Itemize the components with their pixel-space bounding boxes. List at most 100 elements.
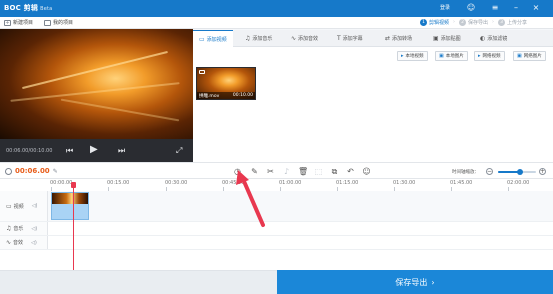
sound-effect-track: ∿ 音效 ◁) bbox=[0, 236, 553, 250]
volume-icon[interactable]: ◁) bbox=[31, 240, 37, 246]
music-note-icon: ♫ bbox=[6, 225, 12, 232]
track-header: ▭ 视频 ◁) bbox=[0, 191, 48, 221]
video-track: ▭ 视频 ◁) bbox=[0, 191, 553, 222]
local-image-button[interactable]: ▣ 本地图片 bbox=[435, 51, 468, 61]
speed-icon[interactable]: ◷ bbox=[233, 167, 242, 176]
clip-duration: 00:10.00 bbox=[232, 93, 253, 98]
web-video-icon: ▸ bbox=[478, 53, 481, 59]
timeline-ruler: 00:00.00 00:15.00 00:30.00 00:45.00 01:0… bbox=[0, 179, 553, 191]
track-header: ♫ 音乐 ◁) bbox=[0, 222, 48, 235]
bell-icon[interactable]: ♪ bbox=[282, 167, 291, 176]
step-label: 保存导出 bbox=[468, 19, 489, 26]
scissors-icon[interactable]: ✂ bbox=[266, 167, 275, 176]
track-header: ∿ 音效 ◁) bbox=[0, 236, 48, 249]
zoom-handle[interactable] bbox=[517, 169, 523, 175]
transition-icon: ⇄ bbox=[385, 35, 391, 42]
web-image-icon: ▣ bbox=[517, 53, 522, 59]
button-label: 网络视频 bbox=[482, 54, 501, 59]
button-label: 本地视频 bbox=[405, 54, 424, 59]
tab-add-music[interactable]: ♫ 添加音乐 bbox=[239, 30, 278, 47]
play-icon[interactable]: ▶ bbox=[90, 145, 98, 155]
music-track: ♫ 音乐 ◁) bbox=[0, 222, 553, 236]
pencil-icon[interactable]: ✎ bbox=[250, 167, 259, 176]
web-image-button[interactable]: ▣ 网络图片 bbox=[513, 51, 546, 61]
app-window: BOC 剪辑 Beta 登录 ☺ ≡ – × + 新建项目 我的项目 1 剪辑视频… bbox=[0, 0, 553, 294]
app-title: BOC 剪辑 bbox=[4, 4, 39, 12]
sound-icon: ∿ bbox=[6, 239, 12, 246]
tab-add-subtitle[interactable]: T 添加字幕 bbox=[331, 30, 369, 47]
step-number: 3 bbox=[498, 18, 506, 26]
my-projects-button[interactable]: 我的项目 bbox=[44, 19, 73, 26]
tab-add-sticker[interactable]: ▣ 添加贴图 bbox=[427, 30, 467, 47]
track-lane[interactable] bbox=[48, 236, 553, 249]
tab-label: 添加视频 bbox=[206, 36, 227, 43]
light-streak bbox=[60, 98, 180, 122]
web-video-button[interactable]: ▸ 网络视频 bbox=[474, 51, 505, 61]
edit-time-icon[interactable]: ✎ bbox=[53, 168, 58, 175]
preview-player: 00:06.00/00:10.00 ⏮ ▶ ⏭ ⤢ bbox=[0, 29, 193, 162]
ruler-label: 00:15.00 bbox=[107, 180, 130, 186]
timeline-tracks: ▭ 视频 ◁) ♫ 音乐 ◁) ∿ 音效 ◁) bbox=[0, 191, 553, 270]
ruler-label: 01:45.00 bbox=[450, 180, 473, 186]
local-image-icon: ▣ bbox=[439, 53, 444, 59]
copy-icon[interactable]: ⧉ bbox=[330, 167, 339, 176]
ruler-label: 02:00.00 bbox=[507, 180, 530, 186]
crop-icon[interactable]: ⬚ bbox=[314, 167, 323, 176]
step-number: 2 bbox=[459, 18, 467, 26]
button-label: 网络图片 bbox=[523, 54, 542, 59]
trash-icon[interactable]: 🗑 bbox=[298, 167, 308, 176]
media-library: ▸ 本地视频 ▣ 本地图片 ▸ 网络视频 ▣ 网络图片 拼雕.mov 00:10… bbox=[193, 47, 553, 162]
clip-name: 拼雕.mov bbox=[199, 93, 220, 99]
tab-add-video[interactable]: ▭ 添加视频 bbox=[193, 30, 233, 47]
new-project-icon: + bbox=[4, 19, 11, 26]
step-export: 2 保存导出 bbox=[459, 18, 489, 26]
tab-label: 添加滤镜 bbox=[487, 36, 508, 42]
minimize-icon[interactable]: – bbox=[511, 3, 521, 13]
local-video-button[interactable]: ▸ 本地视频 bbox=[397, 51, 428, 61]
ruler-label: 00:45.00 bbox=[222, 180, 245, 186]
current-time-value: 00:06.00 bbox=[15, 167, 50, 175]
light-streak bbox=[21, 50, 169, 90]
timeline-video-clip[interactable] bbox=[51, 192, 89, 220]
user-icon[interactable]: ☺ bbox=[466, 3, 476, 13]
zoom-out-icon[interactable]: − bbox=[486, 168, 493, 175]
text-icon: T bbox=[337, 35, 341, 42]
track-lane[interactable] bbox=[48, 222, 553, 235]
volume-icon[interactable]: ◁) bbox=[32, 203, 38, 209]
zoom-slider[interactable] bbox=[498, 169, 536, 175]
tab-add-transition[interactable]: ⇄ 添加转场 bbox=[379, 30, 418, 47]
track-label: 音效 bbox=[13, 240, 24, 246]
fullscreen-icon[interactable]: ⤢ bbox=[176, 147, 182, 155]
media-clip[interactable]: 拼雕.mov 00:10.00 bbox=[196, 67, 256, 100]
local-video-icon: ▸ bbox=[401, 53, 404, 59]
film-icon: ▭ bbox=[6, 202, 12, 210]
save-export-button[interactable]: 保存导出 › bbox=[277, 270, 553, 294]
edit-toolbar: 00:06.00 ✎ ◷ ✎ ✂ ♪ 🗑 ⬚ ⧉ ↶ ☺ 时间轴缩放： − + bbox=[0, 162, 553, 179]
emoji-icon[interactable]: ☺ bbox=[362, 167, 371, 176]
filter-icon: ◐ bbox=[480, 35, 486, 42]
title-bar: BOC 剪辑 Beta 登录 ☺ ≡ – × bbox=[0, 0, 553, 17]
next-frame-icon[interactable]: ⏭ bbox=[118, 147, 125, 155]
tab-add-sound-effect[interactable]: ∿ 添加音效 bbox=[285, 30, 324, 47]
menu-icon[interactable]: ≡ bbox=[490, 3, 500, 13]
new-project-button[interactable]: + 新建项目 bbox=[4, 19, 33, 26]
video-icon: ▭ bbox=[199, 35, 205, 43]
login-link[interactable]: 登录 bbox=[440, 4, 450, 11]
playhead[interactable] bbox=[73, 184, 74, 270]
zoom-in-icon[interactable]: + bbox=[539, 168, 546, 175]
step-separator: › bbox=[492, 19, 495, 25]
player-controls: 00:06.00/00:10.00 ⏮ ▶ ⏭ ⤢ bbox=[0, 139, 193, 162]
sound-effect-icon: ∿ bbox=[291, 35, 297, 42]
tab-add-filter[interactable]: ◐ 添加滤镜 bbox=[474, 30, 513, 47]
track-lane[interactable] bbox=[48, 191, 553, 221]
new-project-label: 新建项目 bbox=[13, 20, 34, 26]
undo-icon[interactable]: ↶ bbox=[346, 167, 355, 176]
my-projects-label: 我的项目 bbox=[53, 20, 74, 26]
clock-icon bbox=[5, 167, 12, 175]
close-icon[interactable]: × bbox=[531, 3, 541, 13]
tab-label: 添加音效 bbox=[298, 36, 319, 42]
video-preview bbox=[0, 29, 193, 139]
resource-tabs: ▭ 添加视频 ♫ 添加音乐 ∿ 添加音效 T 添加字幕 ⇄ 添加转场 ▣ 添加贴… bbox=[193, 30, 553, 47]
prev-frame-icon[interactable]: ⏮ bbox=[66, 147, 73, 155]
volume-icon[interactable]: ◁) bbox=[31, 226, 37, 232]
